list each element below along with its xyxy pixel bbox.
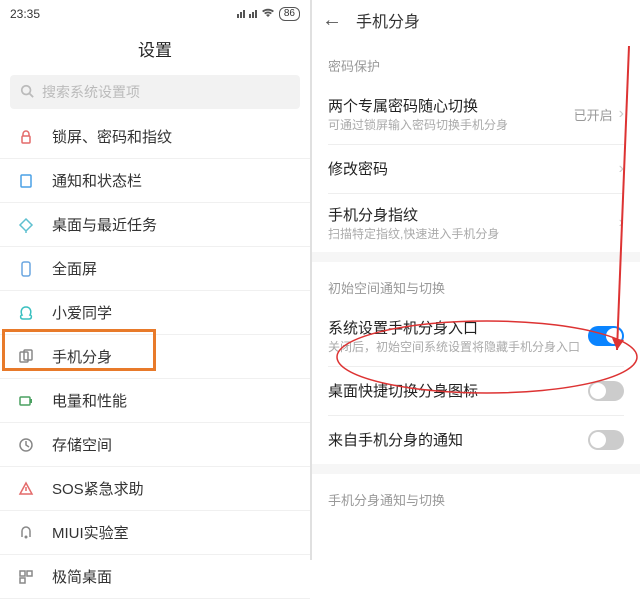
item-desc: 可通过锁屏输入密码切换手机分身 (328, 118, 574, 134)
second-space-panel: ← 手机分身 密码保护 两个专属密码随心切换 可通过锁屏输入密码切换手机分身 已… (312, 0, 640, 560)
item-dual-password[interactable]: 两个专属密码随心切换 可通过锁屏输入密码切换手机分身 已开启 › (312, 85, 640, 144)
back-icon[interactable]: ← (322, 9, 342, 32)
menu-icon (14, 349, 38, 365)
item-notifications[interactable]: 来自手机分身的通知 (312, 416, 640, 464)
item-title: 两个专属密码随心切换 (328, 95, 574, 116)
menu-icon (14, 393, 38, 409)
item-title: 桌面快捷切换分身图标 (328, 380, 588, 401)
section-password: 密码保护 (312, 40, 640, 85)
item-desc: 扫描特定指纹,快速进入手机分身 (328, 227, 619, 243)
menu-label: 存储空间 (52, 434, 112, 455)
menu-icon (14, 437, 38, 453)
page-title: 设置 (0, 28, 310, 75)
status-icons: 86 (237, 7, 300, 21)
menu-label: 极简桌面 (52, 566, 112, 587)
settings-menu: 锁屏、密码和指纹通知和状态栏桌面与最近任务全面屏小爱同学手机分身电量和性能存储空… (0, 115, 310, 599)
menu-icon (14, 305, 38, 321)
chevron-right-icon: › (619, 160, 624, 178)
item-settings-entry[interactable]: 系统设置手机分身入口 关闭后，初始空间系统设置将隐藏手机分身入口 (312, 307, 640, 366)
search-placeholder: 搜索系统设置项 (42, 82, 140, 102)
menu-label: 全面屏 (52, 258, 97, 279)
signal-icon (237, 10, 245, 18)
menu-item[interactable]: 极简桌面 (0, 555, 310, 599)
item-title: 来自手机分身的通知 (328, 429, 588, 450)
menu-item[interactable]: MIUI实验室 (0, 511, 310, 555)
toggle-desktop-shortcut[interactable] (588, 381, 624, 401)
menu-item[interactable]: 小爱同学 (0, 291, 310, 335)
wifi-icon (261, 7, 275, 21)
item-fingerprint[interactable]: 手机分身指纹 扫描特定指纹,快速进入手机分身 › (312, 194, 640, 253)
menu-item[interactable]: 存储空间 (0, 423, 310, 467)
item-desktop-shortcut[interactable]: 桌面快捷切换分身图标 (312, 367, 640, 415)
menu-icon (14, 173, 38, 189)
toggle-settings-entry[interactable] (588, 326, 624, 346)
menu-label: 手机分身 (52, 346, 112, 367)
menu-icon (14, 481, 38, 497)
chevron-right-icon: › (619, 214, 624, 232)
menu-label: 电量和性能 (52, 390, 127, 411)
detail-title: 手机分身 (356, 8, 420, 32)
item-title: 系统设置手机分身入口 (328, 317, 588, 338)
menu-item[interactable]: 电量和性能 (0, 379, 310, 423)
menu-icon (14, 129, 38, 145)
item-change-password[interactable]: 修改密码 › (312, 145, 640, 193)
status-time: 23:35 (10, 7, 40, 21)
detail-header: ← 手机分身 (312, 0, 640, 40)
search-input[interactable]: 搜索系统设置项 (10, 75, 300, 109)
menu-icon (14, 217, 38, 233)
menu-item[interactable]: SOS紧急求助 (0, 467, 310, 511)
signal-icon (249, 10, 257, 18)
menu-icon (14, 261, 38, 277)
search-icon (20, 84, 34, 101)
battery-indicator: 86 (279, 7, 300, 21)
menu-label: 桌面与最近任务 (52, 214, 157, 235)
menu-icon (14, 569, 38, 585)
item-status: 已开启 (574, 105, 613, 124)
item-title: 手机分身指纹 (328, 204, 619, 225)
chevron-right-icon: › (619, 105, 624, 123)
toggle-notifications[interactable] (588, 430, 624, 450)
item-title: 修改密码 (328, 158, 619, 179)
menu-item[interactable]: 锁屏、密码和指纹 (0, 115, 310, 159)
section-second-space: 手机分身通知与切换 (312, 474, 640, 519)
menu-label: MIUI实验室 (52, 522, 129, 543)
menu-label: 锁屏、密码和指纹 (52, 126, 172, 147)
status-bar: 23:35 86 (0, 0, 310, 28)
menu-item[interactable]: 手机分身 (0, 335, 310, 379)
menu-item[interactable]: 桌面与最近任务 (0, 203, 310, 247)
menu-item[interactable]: 全面屏 (0, 247, 310, 291)
menu-label: 通知和状态栏 (52, 170, 142, 191)
section-initial-space: 初始空间通知与切换 (312, 262, 640, 307)
menu-item[interactable]: 通知和状态栏 (0, 159, 310, 203)
menu-label: SOS紧急求助 (52, 478, 144, 499)
menu-icon (14, 525, 38, 541)
item-desc: 关闭后，初始空间系统设置将隐藏手机分身入口 (328, 340, 588, 356)
settings-panel: 23:35 86 设置 搜索系统设置项 锁屏、密码和指纹通知和状态栏桌面与最近任… (0, 0, 310, 560)
menu-label: 小爱同学 (52, 302, 112, 323)
